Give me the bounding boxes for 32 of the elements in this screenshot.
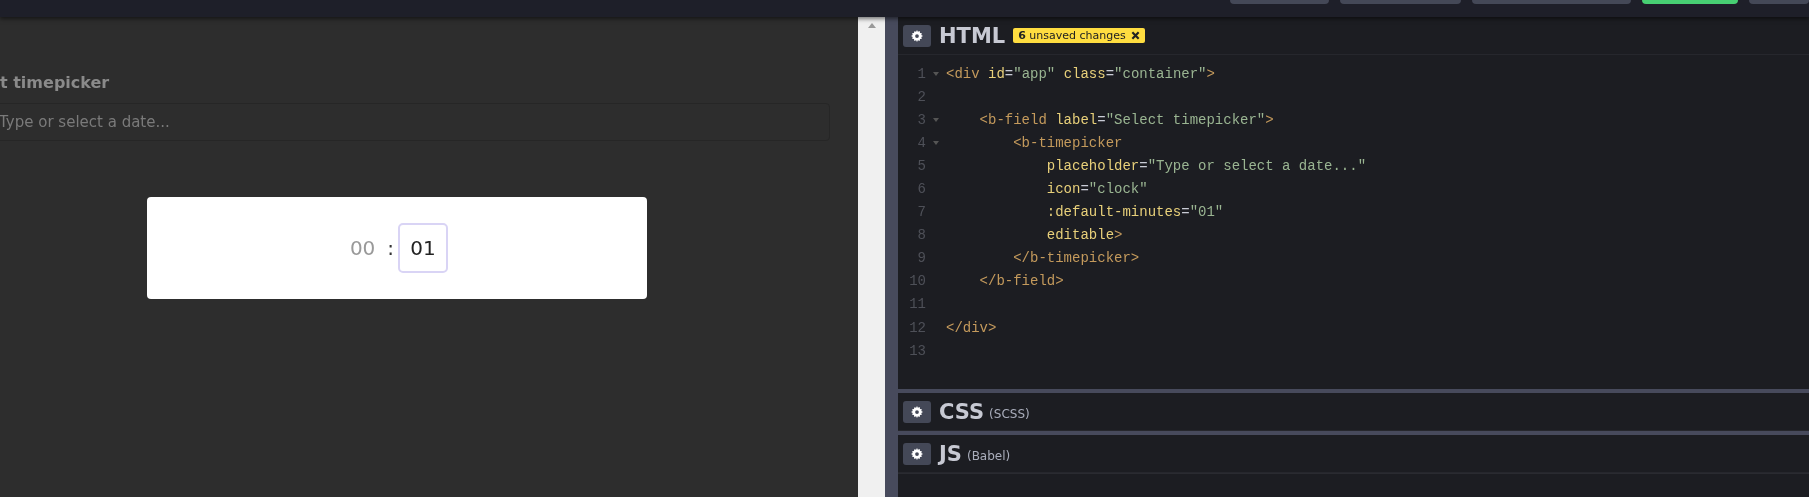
code-line: </b-timepicker>	[1012, 250, 1140, 267]
fold-caret-icon[interactable]	[933, 71, 939, 76]
settings-icon	[911, 29, 923, 42]
panel-title: CSS	[939, 399, 985, 424]
settings-icon	[911, 447, 923, 460]
fold-caret-icon[interactable]	[933, 117, 939, 122]
code-line: :default-minutes="01"	[1045, 204, 1224, 221]
settings-icon	[911, 405, 923, 418]
code-line: <b-field label="Select timepicker">	[978, 111, 1274, 128]
settings-button[interactable]	[903, 400, 931, 423]
code-line: editable>	[1045, 227, 1123, 244]
code-line: </b-field>	[978, 273, 1064, 290]
minutes-field[interactable]: 01	[398, 223, 449, 273]
panel-subtitle: (Babel)	[966, 448, 1011, 463]
panel-title: JS	[939, 441, 962, 466]
code-line: </div>	[946, 319, 997, 336]
fold-caret-icon[interactable]	[933, 140, 939, 145]
code-line: placeholder="Type or select a date..."	[1045, 157, 1367, 174]
code-line: <div id="app" class="container">	[946, 65, 1215, 82]
code-line: <b-timepicker	[1012, 134, 1123, 151]
time-separator: :	[387, 236, 395, 260]
scroll-up-icon[interactable]	[867, 23, 876, 28]
scrollbar[interactable]	[858, 17, 885, 497]
settings-button[interactable]	[903, 442, 931, 465]
panel-title: HTML	[939, 23, 1006, 48]
field-label: t timepicker	[0, 73, 111, 93]
close-icon[interactable]	[1130, 31, 1140, 40]
code-line: icon="clock"	[1045, 181, 1148, 197]
toolbar-button[interactable]	[1642, 0, 1739, 4]
unsaved-changes-badge[interactable]: 6 unsaved changes	[1013, 28, 1145, 43]
panel-subtitle: (SCSS)	[989, 406, 1030, 421]
settings-button[interactable]	[903, 24, 931, 47]
